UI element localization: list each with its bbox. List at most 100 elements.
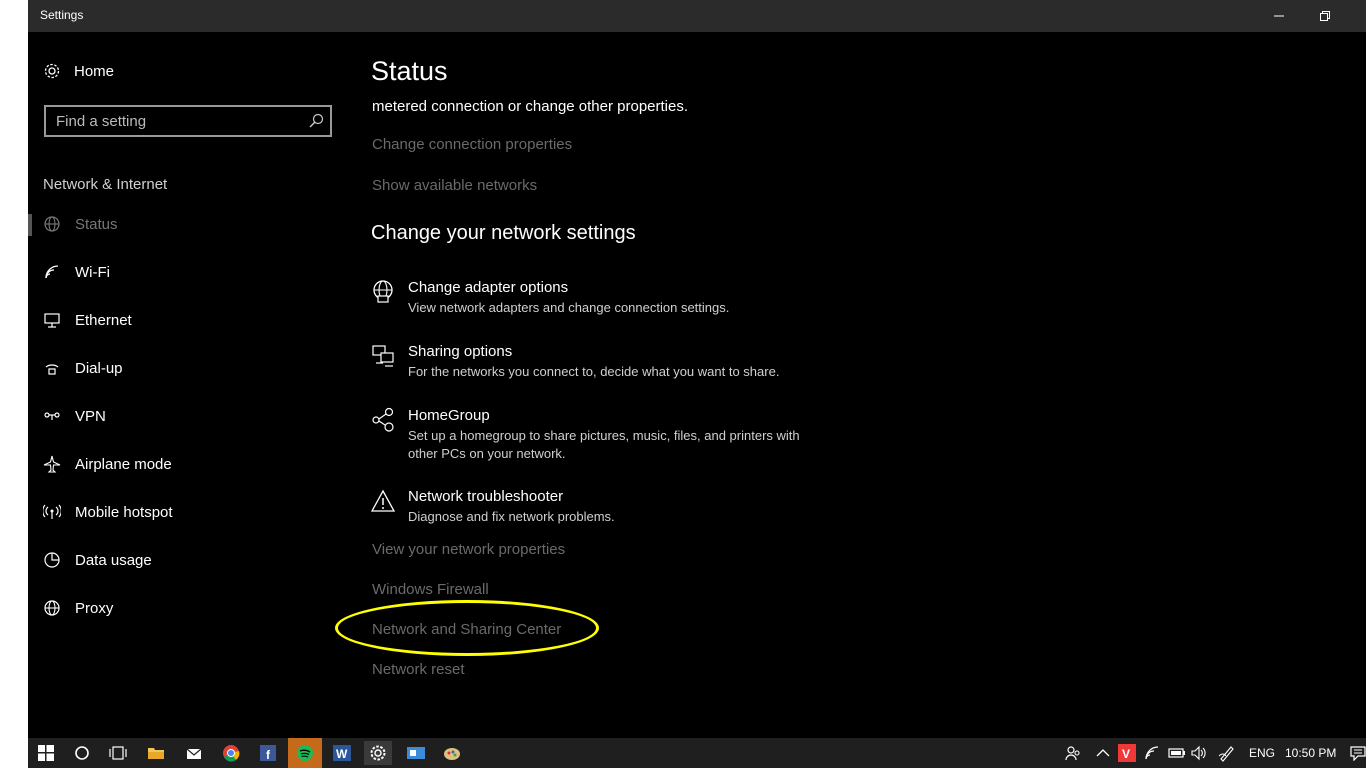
cortana-button[interactable] (68, 741, 96, 765)
option-title: HomeGroup (408, 407, 490, 424)
svg-text:W: W (336, 747, 348, 761)
adapter-icon (371, 279, 397, 305)
sharing-icon (371, 343, 397, 369)
option-title: Sharing options (408, 343, 513, 360)
windows-firewall-link[interactable]: Windows Firewall (372, 581, 489, 598)
speaker-icon (1191, 745, 1206, 761)
sidebar-item-ethernet[interactable]: Ethernet (28, 300, 348, 340)
battery-button[interactable] (1168, 738, 1186, 768)
option-description: For the networks you connect to, decide … (408, 364, 780, 379)
battery-icon (1168, 748, 1185, 758)
spotify-icon (297, 745, 313, 761)
title-bar: Settings (28, 0, 1366, 32)
action-center-button[interactable] (1350, 738, 1366, 768)
word-button[interactable]: W (328, 741, 356, 765)
vivaldi-tray-button[interactable]: V (1118, 738, 1136, 768)
sidebar-item-data-usage[interactable]: Data usage (28, 540, 348, 580)
sidebar-item-label: Status (75, 215, 118, 233)
chevron-up-icon (1096, 749, 1110, 757)
option-title: Network troubleshooter (408, 488, 564, 505)
gear-icon (43, 62, 61, 80)
sidebar-item-label: Ethernet (75, 311, 132, 329)
change-adapter-options[interactable]: Change adapter options View network adap… (371, 279, 871, 319)
sidebar: Home Network & Internet Status Wi-Fi (28, 32, 348, 738)
network-troubleshooter[interactable]: Network troubleshooter Diagnose and fix … (371, 488, 871, 528)
file-explorer-button[interactable] (142, 741, 170, 765)
change-connection-properties-link[interactable]: Change connection properties (372, 136, 572, 153)
network-reset-link[interactable]: Network reset (372, 661, 465, 678)
data-usage-icon (43, 551, 61, 569)
sidebar-item-label: VPN (75, 407, 106, 425)
facebook-button[interactable]: f (254, 741, 282, 765)
show-available-networks-link[interactable]: Show available networks (372, 177, 537, 194)
show-hidden-icons-button[interactable] (1096, 738, 1110, 768)
settings-taskbar-button[interactable] (364, 741, 392, 765)
wifi-tray-icon (1145, 746, 1159, 760)
search-box[interactable] (44, 105, 332, 137)
sharing-options[interactable]: Sharing options For the networks you con… (371, 343, 871, 383)
chrome-icon (223, 745, 240, 762)
sidebar-item-hotspot[interactable]: Mobile hotspot (28, 492, 348, 532)
sidebar-item-label: Dial-up (75, 359, 123, 377)
taskbar: f W V ENG 10:50 PM (28, 738, 1366, 768)
hotspot-icon (43, 503, 61, 521)
facebook-icon: f (260, 745, 276, 761)
network-tray-button[interactable] (1144, 738, 1162, 768)
paint-button[interactable] (438, 741, 466, 765)
sidebar-item-label: Airplane mode (75, 455, 172, 473)
task-view-button[interactable] (104, 741, 132, 765)
dialup-icon (43, 359, 61, 377)
warning-icon (371, 488, 397, 514)
cortana-circle-icon (75, 746, 89, 760)
clock[interactable]: 10:50 PM (1285, 738, 1336, 768)
task-view-icon (109, 746, 127, 760)
sidebar-item-proxy[interactable]: Proxy (28, 588, 348, 628)
folder-icon (148, 748, 164, 759)
sidebar-item-label: Data usage (75, 551, 152, 569)
volume-button[interactable] (1190, 738, 1208, 768)
people-button[interactable] (1064, 738, 1082, 768)
main-content: Status metered connection or change othe… (371, 32, 1366, 738)
language-indicator[interactable]: ENG (1249, 738, 1275, 768)
homegroup-icon (371, 407, 397, 433)
chrome-button[interactable] (217, 741, 245, 765)
spotify-button[interactable] (288, 738, 322, 768)
mail-button[interactable] (180, 741, 208, 765)
option-title: Change adapter options (408, 279, 569, 296)
sidebar-item-status[interactable]: Status (28, 204, 348, 244)
network-sharing-center-link[interactable]: Network and Sharing Center (372, 621, 561, 638)
word-icon: W (333, 745, 351, 761)
people-icon (1065, 746, 1080, 761)
pen-workspace-button[interactable] (1218, 738, 1236, 768)
start-button[interactable] (32, 741, 60, 765)
vivaldi-icon: V (1118, 744, 1136, 762)
view-network-properties-link[interactable]: View your network properties (372, 541, 565, 558)
window-title: Settings (40, 8, 84, 22)
restore-icon (1320, 11, 1330, 21)
search-input[interactable] (56, 111, 296, 131)
sidebar-item-wifi[interactable]: Wi-Fi (28, 252, 348, 292)
sidebar-item-airplane[interactable]: Airplane mode (28, 444, 348, 484)
selection-indicator (28, 214, 32, 236)
ethernet-icon (43, 311, 61, 329)
vpn-icon (43, 407, 61, 425)
sidebar-item-vpn[interactable]: VPN (28, 396, 348, 436)
paint-icon (444, 748, 460, 760)
sidebar-item-dialup[interactable]: Dial-up (28, 348, 348, 388)
outlook-button[interactable] (402, 741, 430, 765)
sidebar-item-label: Mobile hotspot (75, 503, 173, 521)
section-title: Network & Internet (43, 176, 168, 193)
home-nav[interactable]: Home (43, 62, 114, 80)
home-label: Home (74, 62, 115, 80)
minimize-icon (1274, 15, 1284, 17)
homegroup-option[interactable]: HomeGroup Set up a homegroup to share pi… (371, 407, 871, 465)
windows-icon (38, 745, 54, 761)
minimize-button[interactable] (1256, 0, 1302, 32)
sidebar-item-label: Wi-Fi (75, 263, 110, 281)
pen-icon (1218, 746, 1234, 762)
search-icon[interactable] (308, 113, 324, 129)
svg-text:V: V (1122, 747, 1130, 761)
connection-description: metered connection or change other prope… (372, 98, 689, 115)
notification-icon (1350, 746, 1366, 761)
restore-button[interactable] (1302, 0, 1348, 32)
